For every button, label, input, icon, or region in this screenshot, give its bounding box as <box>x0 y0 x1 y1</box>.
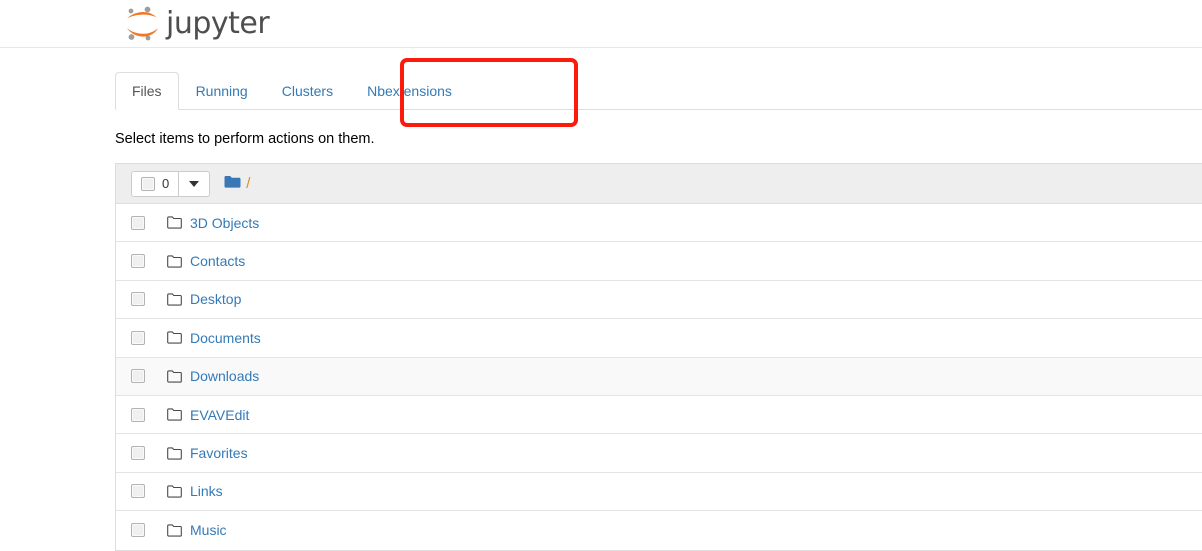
table-row[interactable]: Desktop <box>116 280 1202 320</box>
folder-icon <box>167 485 182 498</box>
table-row[interactable]: Music <box>116 511 1202 550</box>
folder-icon <box>167 524 182 537</box>
breadcrumb-separator: / <box>246 175 251 192</box>
row-checkbox[interactable] <box>131 215 145 230</box>
file-rows-container: 3D Objects Contacts Desktop Documents Downlo… <box>116 204 1202 550</box>
row-checkbox[interactable] <box>131 446 145 461</box>
file-name-link[interactable]: EVAVEdit <box>190 407 249 423</box>
tab-files-link[interactable]: Files <box>115 72 179 110</box>
select-all-checkbox[interactable] <box>141 176 155 191</box>
file-name-link[interactable]: Desktop <box>190 291 241 307</box>
row-checkbox[interactable] <box>131 254 145 269</box>
tab-running-link[interactable]: Running <box>179 72 265 110</box>
tab-clusters-link[interactable]: Clusters <box>265 72 350 110</box>
folder-icon[interactable] <box>224 175 241 192</box>
file-list-panel: 0 / 3D Objects Contacts Desktop Documents Do… <box>115 163 1202 551</box>
table-row[interactable]: Documents <box>116 319 1202 358</box>
table-row[interactable]: Links <box>116 472 1202 512</box>
row-checkbox[interactable] <box>131 523 145 538</box>
row-checkbox[interactable] <box>131 407 145 422</box>
row-checkbox[interactable] <box>131 484 145 499</box>
tab-nbextensions-link[interactable]: Nbextensions <box>350 72 469 110</box>
jupyter-logo-icon <box>122 4 164 44</box>
tab-running[interactable]: Running <box>179 72 265 110</box>
jupyter-brand-link[interactable]: jupyter <box>122 2 270 46</box>
select-items-notice: Select items to perform actions on them. <box>115 131 375 147</box>
row-checkbox[interactable] <box>131 292 145 307</box>
tab-files[interactable]: Files <box>115 72 179 110</box>
tab-bar: Files Running Clusters Nbextensions <box>115 72 1202 110</box>
file-list-toolbar: 0 / <box>116 164 1202 204</box>
row-checkbox[interactable] <box>131 330 145 345</box>
folder-icon <box>167 446 182 460</box>
folder-icon <box>167 370 182 383</box>
folder-icon <box>167 254 182 268</box>
file-name-link[interactable]: Music <box>190 522 227 538</box>
table-row[interactable]: Favorites <box>116 434 1202 473</box>
jupyter-wordmark: jupyter <box>166 6 270 41</box>
file-name-link[interactable]: Links <box>190 483 223 499</box>
table-row[interactable]: Downloads <box>116 357 1202 396</box>
tab-nbextensions[interactable]: Nbextensions <box>350 72 469 110</box>
tab-bar-wrapper: Files Running Clusters Nbextensions <box>0 72 1202 110</box>
file-name-link[interactable]: Contacts <box>190 253 245 269</box>
table-row[interactable]: Contacts <box>116 242 1202 281</box>
file-name-link[interactable]: 3D Objects <box>190 215 259 231</box>
table-row[interactable]: 3D Objects <box>116 204 1202 243</box>
file-name-link[interactable]: Favorites <box>190 445 248 461</box>
page-header: jupyter <box>0 0 1202 48</box>
chevron-down-icon <box>189 180 200 187</box>
file-name-link[interactable]: Downloads <box>190 368 259 384</box>
folder-icon <box>167 293 182 306</box>
selected-count: 0 <box>162 176 170 191</box>
folder-icon <box>167 216 182 229</box>
selection-dropdown-button[interactable] <box>179 170 211 197</box>
tab-clusters[interactable]: Clusters <box>265 72 350 110</box>
row-checkbox[interactable] <box>131 369 145 384</box>
table-row[interactable]: EVAVEdit <box>116 395 1202 435</box>
folder-icon <box>167 408 182 421</box>
selection-button-group: 0 <box>131 170 211 197</box>
select-all-button[interactable]: 0 <box>131 170 180 197</box>
file-name-link[interactable]: Documents <box>190 330 261 346</box>
breadcrumb: / <box>224 175 250 192</box>
folder-icon <box>167 331 182 345</box>
